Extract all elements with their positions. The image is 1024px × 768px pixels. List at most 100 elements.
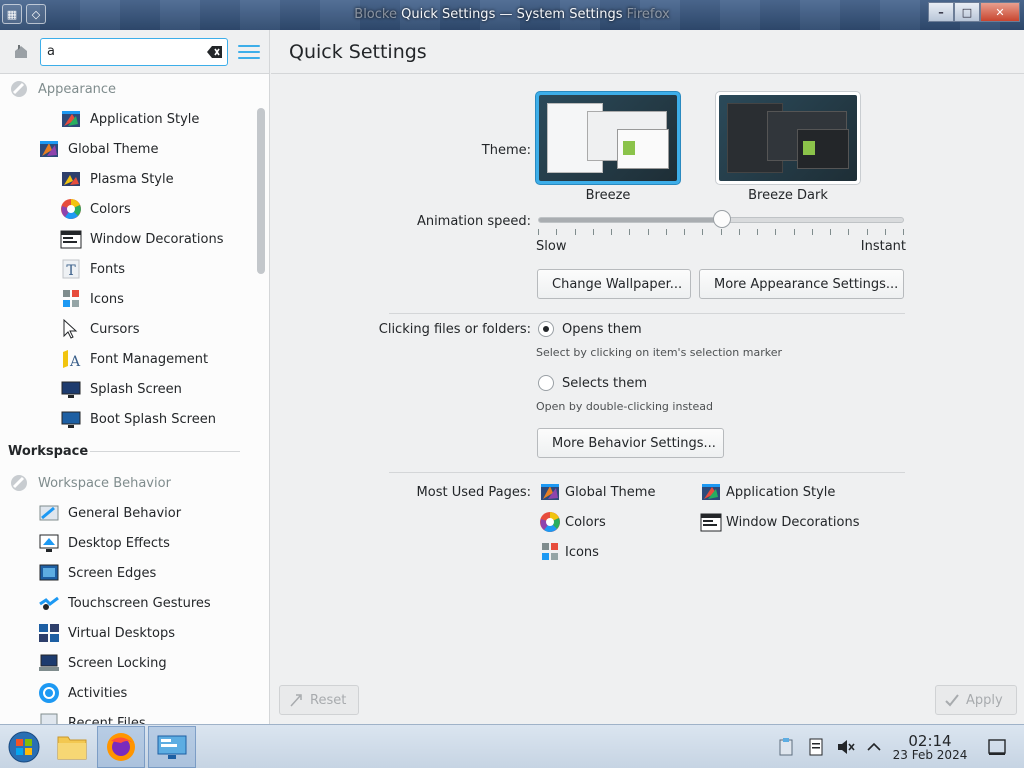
taskbar-system-settings[interactable]: [148, 726, 196, 768]
sidebar-item-label: General Behavior: [68, 505, 182, 521]
breeze-preview: [539, 95, 677, 181]
slider-handle[interactable]: [713, 210, 731, 228]
recent-files-icon: [40, 713, 58, 724]
window-title: Blocke Quick Settings — System Settings …: [0, 7, 1024, 22]
most-used-icons[interactable]: Icons: [539, 541, 599, 563]
firefox-icon: [107, 733, 135, 761]
home-icon[interactable]: [10, 41, 32, 63]
sidebar-item-label: Desktop Effects: [68, 535, 170, 551]
sidebar-item-window-decorations[interactable]: Window Decorations: [0, 224, 250, 254]
sidebar-item-virtual-desktops[interactable]: Virtual Desktops: [0, 618, 250, 648]
title-ghost-right: Firefox: [626, 7, 670, 22]
selects-them-hint: Open by double-clicking instead: [536, 400, 713, 413]
most-used-global-theme[interactable]: Global Theme: [539, 481, 655, 503]
opens-them-radio[interactable]: [538, 321, 554, 337]
sidebar-item-boot-splash-screen[interactable]: Boot Splash Screen: [0, 404, 250, 434]
sidebar-item-label: Global Theme: [68, 141, 159, 157]
show-desktop-icon[interactable]: [988, 738, 1006, 756]
more-appearance-settings-button[interactable]: More Appearance Settings...: [699, 269, 904, 299]
clear-search-icon[interactable]: [207, 45, 223, 59]
svg-text:A: A: [69, 354, 81, 370]
sidebar-item-screen-locking[interactable]: Screen Locking: [0, 648, 250, 678]
sidebar-item-screen-edges[interactable]: Screen Edges: [0, 558, 250, 588]
search-input[interactable]: [41, 38, 191, 65]
maximize-button[interactable]: □: [954, 2, 980, 22]
taskbar-firefox[interactable]: [97, 726, 145, 768]
colors-icon: [540, 512, 560, 532]
slider-tick: [538, 229, 539, 235]
minimize-button[interactable]: –: [928, 2, 954, 22]
taskbar-file-manager[interactable]: [48, 726, 96, 768]
apply-button[interactable]: Apply: [935, 685, 1017, 715]
slider-tick: [867, 229, 868, 235]
button-label: More Behavior Settings...: [552, 435, 716, 451]
close-button[interactable]: ✕: [980, 2, 1020, 22]
sidebar-item-splash-screen[interactable]: Splash Screen: [0, 374, 250, 404]
clock-date[interactable]: 23 Feb 2024: [888, 748, 972, 762]
selects-them-label[interactable]: Selects them: [562, 376, 647, 391]
sidebar-item-label: Recent Files: [68, 715, 146, 725]
search-box[interactable]: [40, 37, 228, 66]
sidebar-scrollbar[interactable]: [257, 108, 265, 748]
sidebar-item-activities[interactable]: Activities: [0, 678, 250, 708]
sidebar-item-general-behavior[interactable]: General Behavior: [0, 498, 250, 528]
sidebar-category-appearance[interactable]: Appearance: [0, 74, 250, 104]
clipboard-tray-icon[interactable]: [776, 737, 796, 757]
sidebar-category-workspace-behavior[interactable]: Workspace Behavior: [0, 468, 250, 498]
theme-card-breeze-dark[interactable]: [716, 92, 860, 184]
selects-them-radio[interactable]: [538, 375, 554, 391]
more-behavior-settings-button[interactable]: More Behavior Settings...: [537, 428, 724, 458]
global-theme-icon: [40, 141, 58, 157]
change-wallpaper-button[interactable]: Change Wallpaper...: [537, 269, 691, 299]
animation-speed-slider[interactable]: [538, 210, 904, 228]
slider-tick: [721, 229, 722, 235]
hamburger-menu-icon[interactable]: [238, 41, 260, 63]
sidebar-item-label: Window Decorations: [90, 231, 224, 247]
appearance-icon: [11, 81, 27, 97]
reset-button[interactable]: Reset: [279, 685, 359, 715]
window-titlebar[interactable]: ▦ ◇ Blocke Quick Settings — System Setti…: [0, 0, 1024, 30]
most-used-label-text: Global Theme: [565, 484, 656, 500]
application-style-icon: [702, 484, 720, 500]
sidebar-item-cursors[interactable]: Cursors: [0, 314, 250, 344]
chevron-up-icon[interactable]: [864, 737, 884, 757]
sidebar-item-label: Boot Splash Screen: [90, 411, 216, 427]
volume-muted-icon[interactable]: [836, 737, 856, 757]
sidebar-item-font-management[interactable]: A Font Management: [0, 344, 250, 374]
slider-fill: [539, 218, 722, 222]
sidebar-item-fonts[interactable]: T Fonts: [0, 254, 250, 284]
sidebar: Appearance Application Style Global Them…: [0, 30, 270, 724]
slider-tick: [593, 229, 594, 235]
theme-card-breeze[interactable]: [536, 92, 680, 184]
most-used-window-decorations[interactable]: Window Decorations: [700, 511, 860, 533]
activities-icon: [39, 683, 59, 703]
most-used-label-text: Icons: [565, 544, 599, 560]
start-menu-button[interactable]: [0, 726, 48, 768]
cursors-icon: [63, 318, 78, 339]
sidebar-item-desktop-effects[interactable]: Desktop Effects: [0, 528, 250, 558]
window-decorations-icon: [700, 513, 722, 532]
title-ghost-left: Blocke: [354, 7, 397, 22]
sidebar-item-application-style[interactable]: Application Style: [0, 104, 250, 134]
sidebar-item-plasma-style[interactable]: Plasma Style: [0, 164, 250, 194]
breeze-dark-preview: [719, 95, 857, 181]
sidebar-item-touchscreen-gestures[interactable]: Touchscreen Gestures: [0, 588, 250, 618]
general-behavior-icon: [39, 505, 59, 521]
slider-tick: [794, 229, 795, 235]
separator: [389, 313, 905, 314]
taskbar: 02:14 23 Feb 2024: [0, 724, 1024, 768]
sidebar-item-colors[interactable]: Colors: [0, 194, 250, 224]
opens-them-label[interactable]: Opens them: [562, 322, 642, 337]
most-used-application-style[interactable]: Application Style: [700, 481, 835, 503]
notes-tray-icon[interactable]: [806, 737, 826, 757]
sidebar-item-recent-files[interactable]: Recent Files: [0, 708, 250, 724]
scrollbar-thumb[interactable]: [257, 108, 265, 274]
most-used-colors[interactable]: Colors: [539, 511, 606, 533]
start-orb-icon: [8, 731, 40, 763]
sidebar-item-label: Fonts: [90, 261, 126, 277]
sidebar-item-global-theme[interactable]: Global Theme: [0, 134, 250, 164]
checkmark-icon: [945, 694, 959, 707]
sidebar-item-label: Touchscreen Gestures: [68, 595, 211, 611]
screen-edges-icon: [39, 564, 59, 581]
sidebar-item-icons[interactable]: Icons: [0, 284, 250, 314]
